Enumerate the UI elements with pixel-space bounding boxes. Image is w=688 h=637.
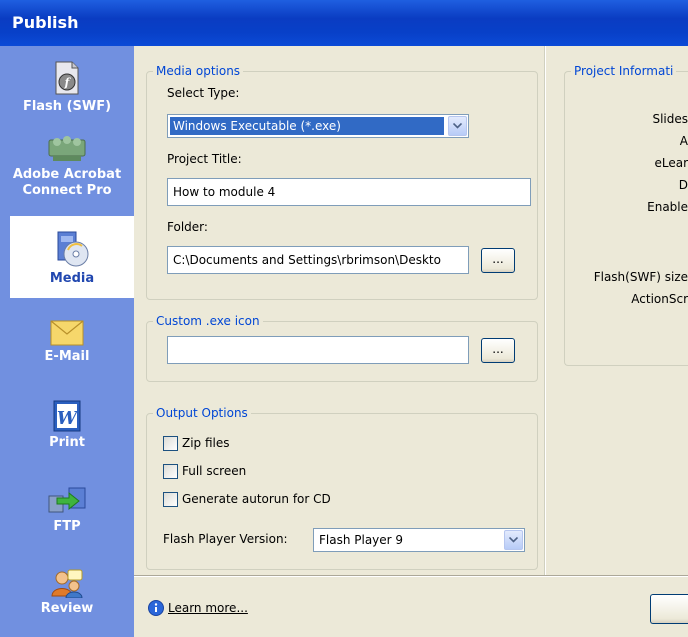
project-info-row-a: A	[679, 134, 688, 148]
select-type-label: Select Type:	[167, 86, 240, 100]
sidebar-item-print[interactable]: W Print	[0, 400, 134, 462]
select-type-value: Windows Executable (*.exe)	[170, 117, 444, 135]
full-screen-label: Full screen	[182, 464, 247, 478]
zip-files-checkbox-row[interactable]: Zip files	[163, 434, 230, 452]
learn-more-link[interactable]: Learn more...	[168, 601, 248, 615]
custom-icon-input[interactable]	[167, 336, 469, 364]
sidebar-item-acrobat-connect[interactable]: Adobe Acrobat Connect Pro	[0, 132, 134, 212]
sidebar-item-label-line1: Adobe Acrobat	[12, 167, 122, 182]
project-title-input[interactable]: How to module 4	[167, 178, 531, 206]
full-screen-checkbox[interactable]	[163, 463, 178, 479]
info-icon	[148, 600, 164, 616]
word-icon: W	[53, 400, 81, 432]
project-info-enable: Enable	[647, 200, 688, 214]
sidebar-item-ftp[interactable]: FTP	[0, 486, 134, 546]
zip-files-checkbox[interactable]	[163, 435, 178, 451]
sidebar-item-label: FTP	[53, 519, 81, 534]
full-screen-checkbox-row[interactable]: Full screen	[163, 462, 246, 480]
custom-exe-icon-group: Custom .exe icon ...	[146, 314, 538, 382]
column-divider	[544, 46, 546, 575]
custom-icon-browse-button[interactable]: ...	[481, 338, 515, 363]
flash-player-version-value: Flash Player 9	[319, 533, 404, 547]
sidebar-item-email[interactable]: E-Mail	[0, 320, 134, 380]
sidebar-item-review[interactable]: Review	[0, 568, 134, 628]
media-options-group: Media options Select Type: Windows Execu…	[146, 64, 538, 300]
learn-more-link-row[interactable]: Learn more...	[148, 600, 248, 616]
project-info-slides: Slides	[652, 112, 688, 126]
project-information-group: Project Informati Slides A eLear D Enabl…	[564, 64, 688, 366]
sidebar-item-label: E-Mail	[44, 349, 90, 364]
dialog-action-button[interactable]	[650, 594, 688, 624]
chevron-down-icon[interactable]	[504, 530, 523, 550]
acrobat-connect-icon	[48, 136, 86, 161]
output-options-group: Output Options Zip files Full screen Gen…	[146, 406, 538, 570]
sidebar-item-flash-swf[interactable]: f Flash (SWF)	[0, 60, 134, 130]
project-info-elearning: eLear	[654, 156, 688, 170]
output-options-legend: Output Options	[156, 406, 248, 420]
sidebar-item-label: Review	[40, 601, 94, 616]
sidebar-item-media[interactable]: Media	[10, 216, 134, 298]
project-info-swf-size: Flash(SWF) size	[593, 270, 688, 284]
custom-exe-icon-legend: Custom .exe icon	[156, 314, 260, 328]
footer-separator	[134, 575, 688, 577]
flash-player-version-dropdown[interactable]: Flash Player 9	[313, 528, 525, 552]
envelope-icon	[50, 320, 84, 346]
project-info-row-d: D	[678, 178, 688, 192]
folder-browse-button[interactable]: ...	[481, 248, 515, 273]
chevron-down-icon[interactable]	[448, 116, 467, 136]
flash-player-version-label: Flash Player Version:	[163, 532, 288, 546]
review-people-icon	[51, 569, 83, 598]
media-cd-icon	[57, 231, 89, 267]
flash-icon: f	[55, 61, 79, 95]
svg-text:W: W	[57, 408, 79, 429]
folder-input[interactable]: C:\Documents and Settings\rbrimson\Deskt…	[167, 246, 469, 274]
sidebar-item-label: Flash (SWF)	[22, 99, 112, 114]
project-title-label: Project Title:	[167, 152, 242, 166]
sidebar-item-label: Media	[49, 271, 95, 286]
zip-files-label: Zip files	[182, 436, 230, 450]
autorun-label: Generate autorun for CD	[182, 492, 331, 506]
folder-label: Folder:	[167, 220, 208, 234]
media-options-legend: Media options	[156, 64, 241, 78]
sidebar-item-label: Print	[49, 435, 85, 450]
project-information-legend: Project Informati	[574, 64, 674, 78]
sidebar: f Flash (SWF) Adobe Acrobat Connect Pro …	[0, 46, 134, 637]
window-title: Publish	[0, 0, 688, 46]
select-type-dropdown[interactable]: Windows Executable (*.exe)	[167, 114, 469, 138]
autorun-checkbox[interactable]	[163, 491, 178, 507]
ftp-transfer-icon	[48, 487, 86, 513]
content-area: Media options Select Type: Windows Execu…	[134, 46, 688, 637]
sidebar-item-label-line2: Connect Pro	[22, 183, 112, 198]
project-info-actionscript: ActionScr	[631, 292, 688, 306]
autorun-checkbox-row[interactable]: Generate autorun for CD	[163, 490, 331, 508]
